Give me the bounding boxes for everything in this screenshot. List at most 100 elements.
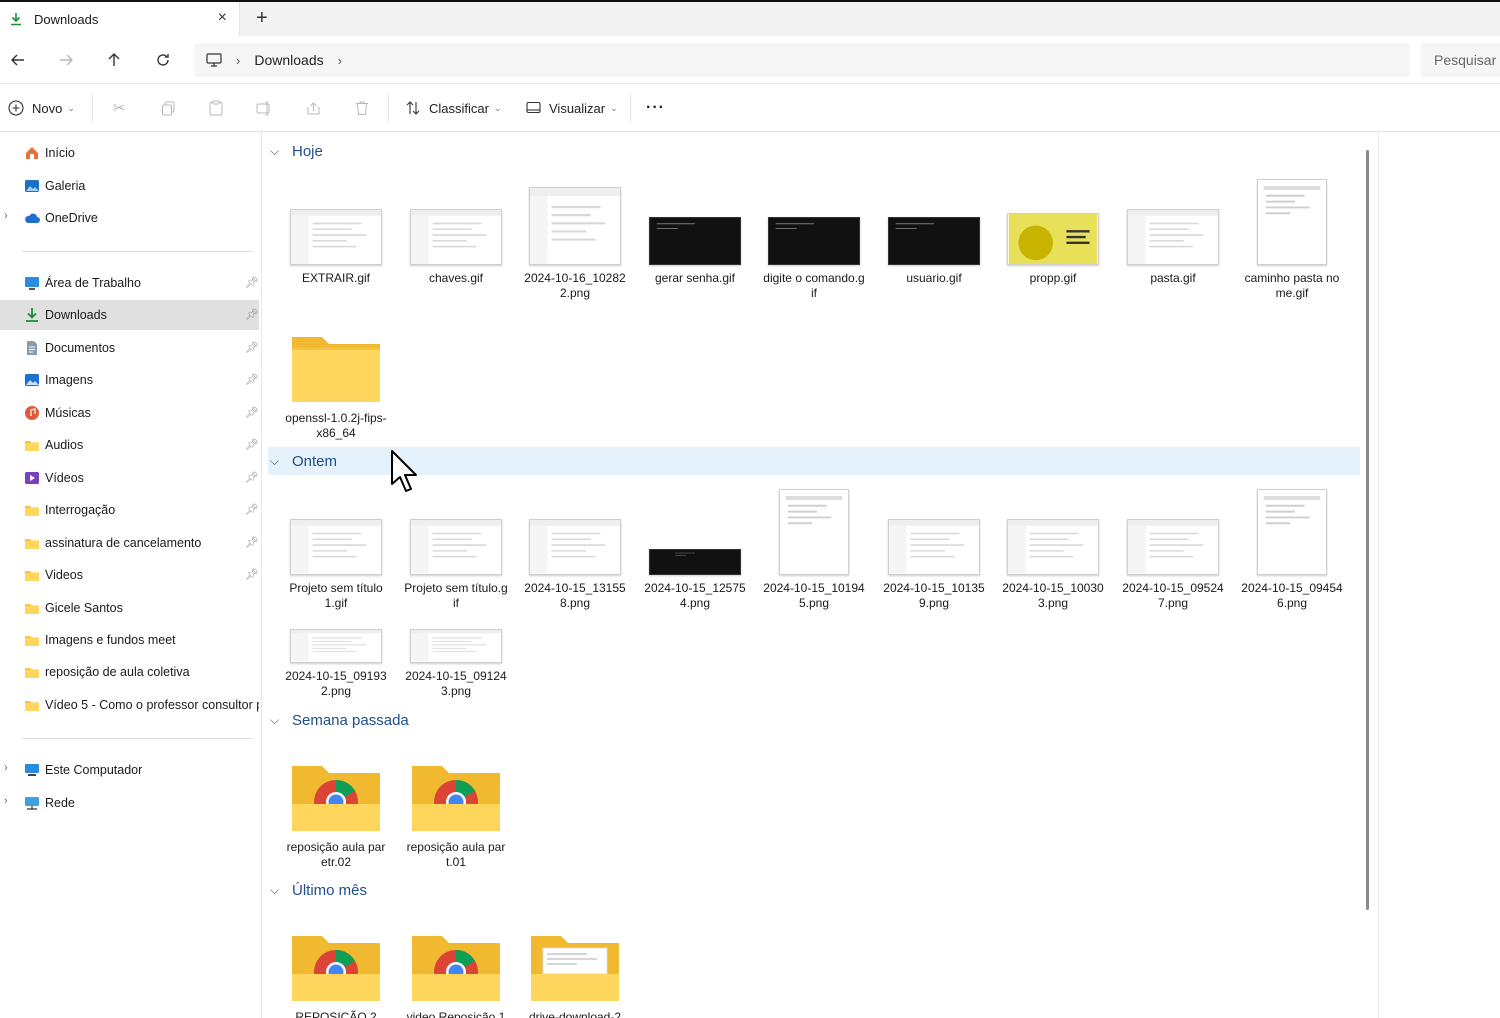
group-header[interactable]: ⌵ Ontem [268, 447, 1360, 475]
sidebar-item[interactable]: Vídeos 📌︎ [0, 463, 259, 493]
arrow-right-icon [60, 54, 73, 66]
up-button[interactable] [102, 48, 126, 72]
chevron-down-icon[interactable]: ⌵ [270, 883, 286, 898]
sidebar-item[interactable]: Início [0, 138, 259, 168]
chevron-down-icon: ⌄ [610, 102, 618, 113]
sidebar-item[interactable]: reposição de aula coletiva [0, 657, 259, 687]
sidebar-item[interactable]: › Rede [0, 788, 259, 818]
folder-item[interactable]: drive-download-2 [519, 918, 631, 1018]
sidebar-item[interactable]: Músicas 📌︎ [0, 398, 259, 428]
file-item[interactable]: 2024-10-15_131558.png [519, 489, 631, 611]
pin-icon[interactable]: 📌︎ [245, 373, 259, 386]
group-header[interactable]: ⌵ Último mês [268, 876, 1360, 904]
address-bar[interactable]: › Downloads › [194, 43, 1410, 77]
rename-icon[interactable] [255, 99, 273, 117]
tab-downloads[interactable]: Downloads × [0, 2, 240, 36]
sidebar-item[interactable]: Imagens 📌︎ [0, 365, 259, 395]
pin-icon[interactable]: 📌︎ [245, 276, 259, 289]
file-item[interactable]: gerar senha.gif [639, 179, 751, 286]
pin-icon[interactable]: 📌︎ [245, 308, 259, 321]
new-tab-button[interactable]: + [256, 8, 268, 28]
expand-chevron-icon[interactable]: › [4, 210, 8, 222]
file-item[interactable]: 2024-10-15_100303.png [997, 489, 1109, 611]
group-header[interactable]: ⌵ Hoje [268, 137, 1360, 165]
pin-icon[interactable]: 📌︎ [245, 536, 259, 549]
chevron-down-icon[interactable]: ⌵ [270, 454, 286, 469]
sidebar-item-label: Downloads [45, 308, 107, 323]
refresh-button[interactable] [151, 48, 175, 72]
sidebar-item[interactable]: Área de Trabalho 📌︎ [0, 268, 259, 298]
folder-item[interactable]: reposição aula paretr.02 [280, 748, 392, 870]
file-thumbnail [888, 519, 980, 575]
copy-icon[interactable] [159, 99, 177, 117]
folder-item[interactable]: video Reposição 1 [400, 918, 512, 1018]
file-item[interactable]: 2024-10-16_102822.png [519, 179, 631, 301]
file-item[interactable]: EXTRAIR.gif [280, 179, 392, 286]
new-button[interactable]: Novo ⌄ [8, 84, 75, 132]
file-item[interactable]: chaves.gif [400, 179, 512, 286]
file-item[interactable]: 2024-10-15_095247.png [1117, 489, 1229, 611]
share-icon[interactable] [304, 99, 322, 117]
breadcrumb-chevron-icon[interactable]: › [338, 53, 342, 68]
pin-icon[interactable]: 📌︎ [245, 438, 259, 451]
chevron-down-icon[interactable]: ⌵ [270, 713, 286, 728]
file-name: 2024-10-15_091243.png [405, 669, 507, 698]
more-options-button[interactable]: ··· [646, 84, 665, 132]
group-title: Semana passada [292, 711, 409, 729]
sidebar-item[interactable]: Audios 📌︎ [0, 430, 259, 460]
file-item[interactable]: 2024-10-15_101945.png [758, 489, 870, 611]
file-item[interactable]: usuario.gif [878, 179, 990, 286]
back-button[interactable] [6, 48, 30, 72]
sidebar-item[interactable]: assinatura de cancelamento 📌︎ [0, 528, 259, 558]
sidebar-item[interactable]: Gicele Santos [0, 593, 259, 623]
scrollbar[interactable] [1362, 132, 1378, 1018]
breadcrumb-downloads[interactable]: Downloads [254, 52, 323, 68]
paste-icon[interactable] [207, 99, 225, 117]
file-item[interactable]: propp.gif [997, 179, 1109, 286]
file-item[interactable]: 2024-10-15_094546.png [1236, 489, 1348, 611]
search-input[interactable]: Pesquisar e [1420, 43, 1500, 77]
sort-button[interactable]: Classificar ⌄ [405, 84, 502, 132]
expand-chevron-icon[interactable]: › [4, 795, 8, 807]
sidebar-item[interactable]: Imagens e fundos meet [0, 625, 259, 655]
file-thumbnail [290, 519, 382, 575]
folder-item[interactable]: REPOSIÇÃO 2 [280, 918, 392, 1018]
sidebar-item-label: Músicas [45, 405, 91, 420]
sidebar-item[interactable]: Documentos 📌︎ [0, 333, 259, 363]
file-item[interactable]: 2024-10-15_125754.png [639, 489, 751, 611]
close-tab-icon[interactable]: × [218, 9, 227, 27]
tab-title: Downloads [34, 11, 99, 27]
pin-icon[interactable]: 📌︎ [245, 341, 259, 354]
expand-chevron-icon[interactable]: › [4, 762, 8, 774]
forward-button[interactable] [54, 48, 78, 72]
download-icon [8, 11, 24, 27]
view-button[interactable]: Visualizar ⌄ [526, 84, 618, 132]
folder-item[interactable]: reposição aula part.01 [400, 748, 512, 870]
file-item[interactable]: 2024-10-15_091243.png [400, 577, 512, 699]
sidebar-item[interactable]: Downloads 📌︎ [0, 300, 259, 331]
sidebar-item[interactable]: › Este Computador [0, 755, 259, 785]
gallery-icon [25, 179, 39, 192]
file-thumbnail [290, 629, 382, 663]
chevron-down-icon[interactable]: ⌵ [270, 144, 286, 159]
sidebar-item[interactable]: Galeria [0, 171, 259, 201]
pin-icon[interactable]: 📌︎ [245, 471, 259, 484]
pin-icon[interactable]: 📌︎ [245, 503, 259, 516]
sidebar-item[interactable]: Interrogação 📌︎ [0, 495, 259, 525]
sidebar-item[interactable]: › OneDrive [0, 203, 259, 233]
sidebar-item[interactable]: Vídeo 5 - Como o professor consultor po [0, 690, 259, 720]
pin-icon[interactable]: 📌︎ [245, 568, 259, 581]
pin-icon[interactable]: 📌︎ [245, 406, 259, 419]
file-item[interactable]: digite o comando.gif [758, 179, 870, 301]
file-item[interactable]: 2024-10-15_091932.png [280, 577, 392, 699]
scrollbar-thumb[interactable] [1366, 150, 1369, 910]
group-header[interactable]: ⌵ Semana passada [268, 706, 1360, 734]
cut-icon[interactable]: ✂ [110, 99, 128, 117]
sidebar-item[interactable]: Videos 📌︎ [0, 560, 259, 590]
file-item[interactable]: caminho pasta nome.gif [1236, 179, 1348, 301]
file-item[interactable]: pasta.gif [1117, 179, 1229, 286]
folder-item[interactable]: openssl-1.0.2j-fips-x86_64 [280, 319, 392, 441]
file-item[interactable]: 2024-10-15_101359.png [878, 489, 990, 611]
sidebar-item-label: Este Computador [45, 763, 143, 777]
delete-icon[interactable] [353, 99, 371, 117]
